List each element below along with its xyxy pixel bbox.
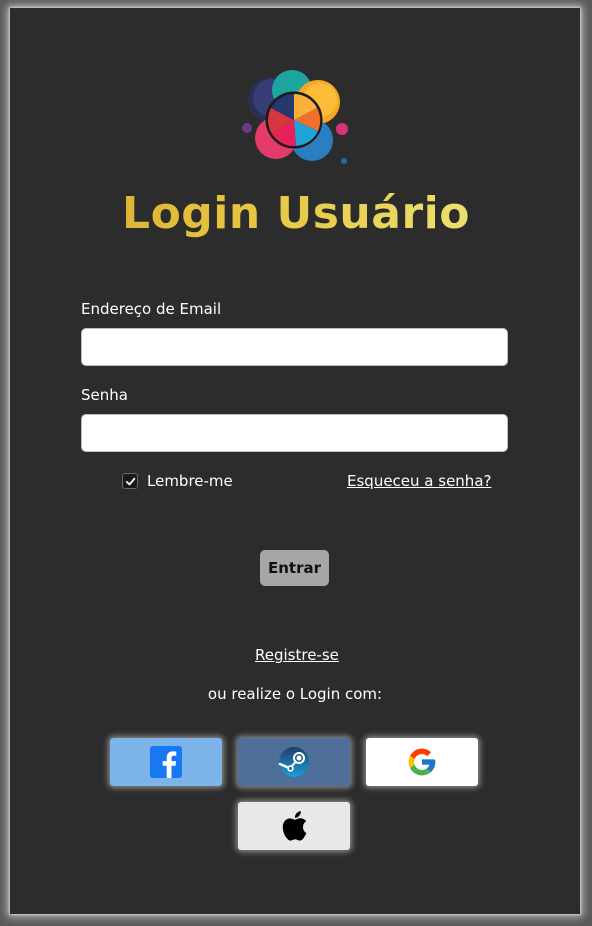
page-title: Login Usuário	[0, 186, 592, 242]
remember-checkbox[interactable]	[122, 473, 138, 489]
password-label: Senha	[81, 386, 128, 404]
app-logo	[242, 70, 348, 164]
forgot-password-link[interactable]: Esqueceu a senha?	[347, 471, 491, 491]
remember-me[interactable]: Lembre-me	[122, 470, 233, 492]
google-icon	[408, 748, 436, 776]
facebook-login-button[interactable]	[110, 738, 222, 786]
register-link[interactable]: Registre-se	[255, 645, 339, 665]
login-button[interactable]: Entrar	[260, 550, 329, 586]
steam-login-button[interactable]	[238, 738, 350, 786]
facebook-icon	[150, 746, 182, 778]
check-icon	[125, 477, 135, 485]
remember-label: Lembre-me	[147, 472, 233, 490]
apple-login-button[interactable]	[238, 802, 350, 850]
alt-login-text: ou realize o Login com:	[207, 685, 383, 703]
google-login-button[interactable]	[366, 738, 478, 786]
password-input[interactable]	[81, 414, 508, 452]
apple-icon	[282, 811, 307, 841]
email-label: Endereço de Email	[81, 300, 222, 318]
steam-icon	[278, 747, 309, 777]
email-input[interactable]	[81, 328, 508, 366]
